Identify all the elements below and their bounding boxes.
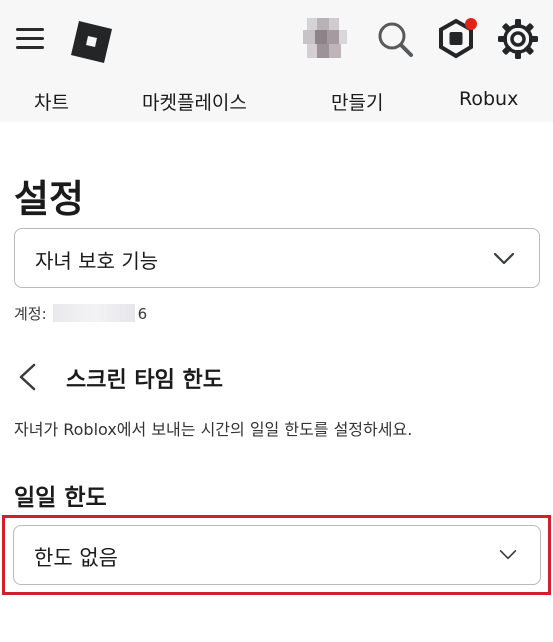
section-title: 스크린 타임 한도 (66, 368, 223, 393)
chevron-down-icon (493, 252, 515, 265)
avatar[interactable] (303, 16, 349, 62)
nav-tab-robux[interactable]: Robux (459, 88, 518, 110)
select-value: 자녀 보호 기능 (35, 249, 159, 273)
settings-category-select[interactable]: 자녀 보호 기능 (14, 228, 540, 288)
daily-limit-select[interactable]: 한도 없음 (13, 525, 541, 585)
chevron-down-icon (499, 550, 517, 560)
nav-tab-charts[interactable]: 차트 (34, 88, 69, 115)
nav-tab-create[interactable]: 만들기 (331, 88, 383, 115)
select-value: 한도 없음 (34, 546, 118, 570)
robux-icon[interactable] (436, 17, 480, 61)
account-label: 계정: (14, 305, 47, 323)
nav-tab-marketplace[interactable]: 마켓플레이스 (142, 88, 247, 115)
redacted-account-name (52, 304, 135, 322)
account-info: 계정: 6 (14, 303, 147, 324)
notification-dot (465, 18, 477, 30)
roblox-logo[interactable] (68, 19, 114, 65)
menu-icon[interactable] (16, 26, 46, 52)
chevron-left-icon[interactable] (16, 362, 38, 392)
page-title: 설정 (14, 177, 84, 221)
account-suffix: 6 (137, 305, 148, 323)
section-description: 자녀가 Roblox에서 보내는 시간의 일일 한도를 설정하세요. (14, 420, 413, 439)
search-icon[interactable] (376, 20, 414, 58)
daily-limit-label: 일일 한도 (14, 485, 107, 511)
top-bar: 차트 마켓플레이스 만들기 Robux (0, 0, 553, 122)
gear-icon[interactable] (497, 18, 539, 60)
